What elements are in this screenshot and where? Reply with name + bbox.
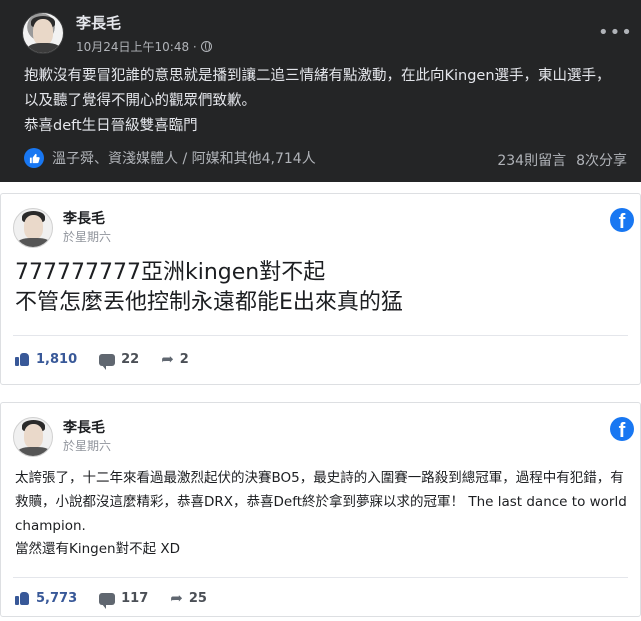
post-text-secondary: 恭喜deft生日晉級雙喜臨門 (24, 118, 198, 134)
comments-count: 117 (121, 591, 149, 606)
post-text: 太誇張了，十二年來看過最激烈起伏的決賽BO5，最史詩的入圍賽一路殺到總冠軍，過程… (15, 470, 627, 534)
more-dots-icon[interactable]: ••• (598, 22, 633, 43)
author-name[interactable]: 李長毛 (76, 12, 121, 33)
facebook-icon[interactable]: f (610, 417, 634, 441)
author-name[interactable]: 李長毛 (63, 208, 105, 228)
like-stat[interactable]: 5,773 (15, 591, 77, 606)
engagement-counts: 234則留言 8次分享 (497, 150, 627, 170)
like-icon (15, 592, 30, 605)
share-stat[interactable]: ➦ 25 (170, 589, 207, 607)
share-stat[interactable]: ➦ 2 (161, 350, 189, 368)
avatar[interactable] (22, 12, 64, 54)
post-stats: 5,773 117 ➦ 25 (15, 589, 207, 609)
comment-stat[interactable]: 117 (99, 591, 149, 609)
post-timestamp[interactable]: 10月24日上午10:48 · (76, 38, 197, 55)
avatar[interactable] (13, 208, 53, 248)
post-stats: 1,810 22 ➦ 2 (15, 350, 189, 370)
likes-count: 1,810 (36, 352, 78, 367)
shares-count[interactable]: 8次分享 (576, 150, 627, 170)
comments-count: 22 (121, 352, 140, 367)
post-time[interactable]: 於星期六 (63, 228, 111, 245)
like-icon (24, 148, 44, 168)
shares-count: 2 (179, 352, 189, 367)
reactions-summary[interactable]: 溫子舜、資淺媒體人 / 阿媒和其他4,714人 (24, 148, 316, 168)
like-stat[interactable]: 1,810 (15, 352, 77, 367)
author-name[interactable]: 李長毛 (63, 417, 105, 437)
avatar[interactable] (13, 417, 53, 457)
page: 李長毛 10月24日上午10:48 · ••• 抱歉沒有要冒犯誰的意思就是播到讓… (0, 0, 641, 621)
post-time[interactable]: 於星期六 (63, 437, 111, 454)
divider (13, 577, 628, 578)
post-text-line-1: 777777777亞洲kingen對不起 (15, 260, 326, 285)
embedded-post-1: 李長毛 於星期六 f 777777777亞洲kingen對不起 不管怎麼丟他控制… (0, 193, 641, 385)
reactions-text[interactable]: 溫子舜、資淺媒體人 / 阿媒和其他4,714人 (52, 148, 316, 168)
shares-count: 25 (188, 591, 207, 606)
post-text-secondary: 當然還有Kingen對不起 XD (15, 541, 181, 557)
facebook-icon[interactable]: f (610, 208, 634, 232)
share-icon: ➦ (170, 589, 183, 607)
embedded-post-2: 李長毛 於星期六 f 太誇張了，十二年來看過最激烈起伏的決賽BO5，最史詩的入圍… (0, 402, 641, 617)
post-text: 777777777亞洲kingen對不起 不管怎麼丟他控制永遠都能E出來真的猛 (15, 258, 403, 318)
share-icon: ➦ (161, 350, 174, 368)
post-meta: 10月24日上午10:48 · (76, 38, 212, 55)
dark-post: 李長毛 10月24日上午10:48 · ••• 抱歉沒有要冒犯誰的意思就是播到讓… (0, 0, 641, 182)
divider (13, 335, 628, 336)
comment-icon (99, 353, 116, 370)
globe-icon (200, 41, 212, 52)
comment-icon (99, 592, 116, 609)
post-text: 抱歉沒有要冒犯誰的意思就是播到讓二追三情緒有點激動，在此向Kingen選手，東山… (24, 68, 611, 109)
comment-stat[interactable]: 22 (99, 352, 140, 370)
post-text-line-2: 不管怎麼丟他控制永遠都能E出來真的猛 (15, 290, 403, 315)
comments-count[interactable]: 234則留言 (497, 150, 566, 170)
like-icon (15, 353, 30, 366)
likes-count: 5,773 (36, 591, 78, 606)
